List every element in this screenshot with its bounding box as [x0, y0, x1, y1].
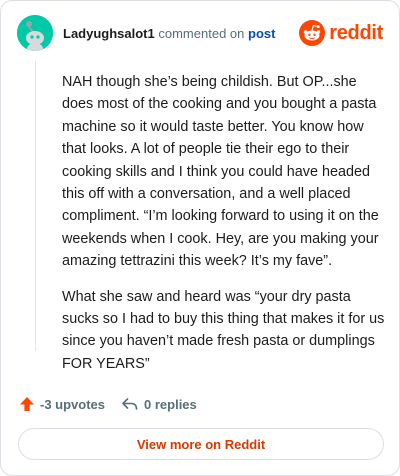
comment-meta: Ladyughsalot1 commented on post	[63, 26, 275, 41]
reddit-wordmark: reddit	[329, 21, 383, 44]
comment-paragraph: NAH though she’s being childish. But OP.…	[62, 74, 379, 270]
thread-line	[35, 61, 36, 351]
comment-header: Ladyughsalot1 commented on post reddit	[17, 15, 383, 53]
reddit-brand[interactable]: reddit	[299, 19, 383, 47]
upvote-button[interactable]: -3 upvotes	[19, 396, 105, 412]
author-username[interactable]: Ladyughsalot1	[63, 26, 155, 41]
reply-icon	[122, 398, 138, 410]
post-link[interactable]: post	[248, 26, 275, 41]
upvote-count: -3 upvotes	[40, 396, 106, 412]
comment-body: NAH though she’s being childish. But OP.…	[62, 71, 388, 388]
replies-button[interactable]: 0 replies	[121, 396, 197, 412]
comment-embed-card: Ladyughsalot1 commented on post reddit N…	[0, 0, 400, 476]
snoo-avatar-icon	[17, 15, 53, 51]
upvote-arrow-icon	[20, 397, 34, 411]
comment-actions: -3 upvotes 0 replies	[19, 393, 197, 415]
user-avatar[interactable]	[17, 15, 53, 51]
reply-count: 0 replies	[144, 396, 197, 412]
commented-on-text: commented on	[158, 26, 245, 41]
view-more-button[interactable]: View more on Reddit	[18, 428, 384, 460]
comment-paragraph: What she saw and heard was “your dry pas…	[62, 288, 385, 372]
reddit-logo-icon	[299, 20, 326, 46]
